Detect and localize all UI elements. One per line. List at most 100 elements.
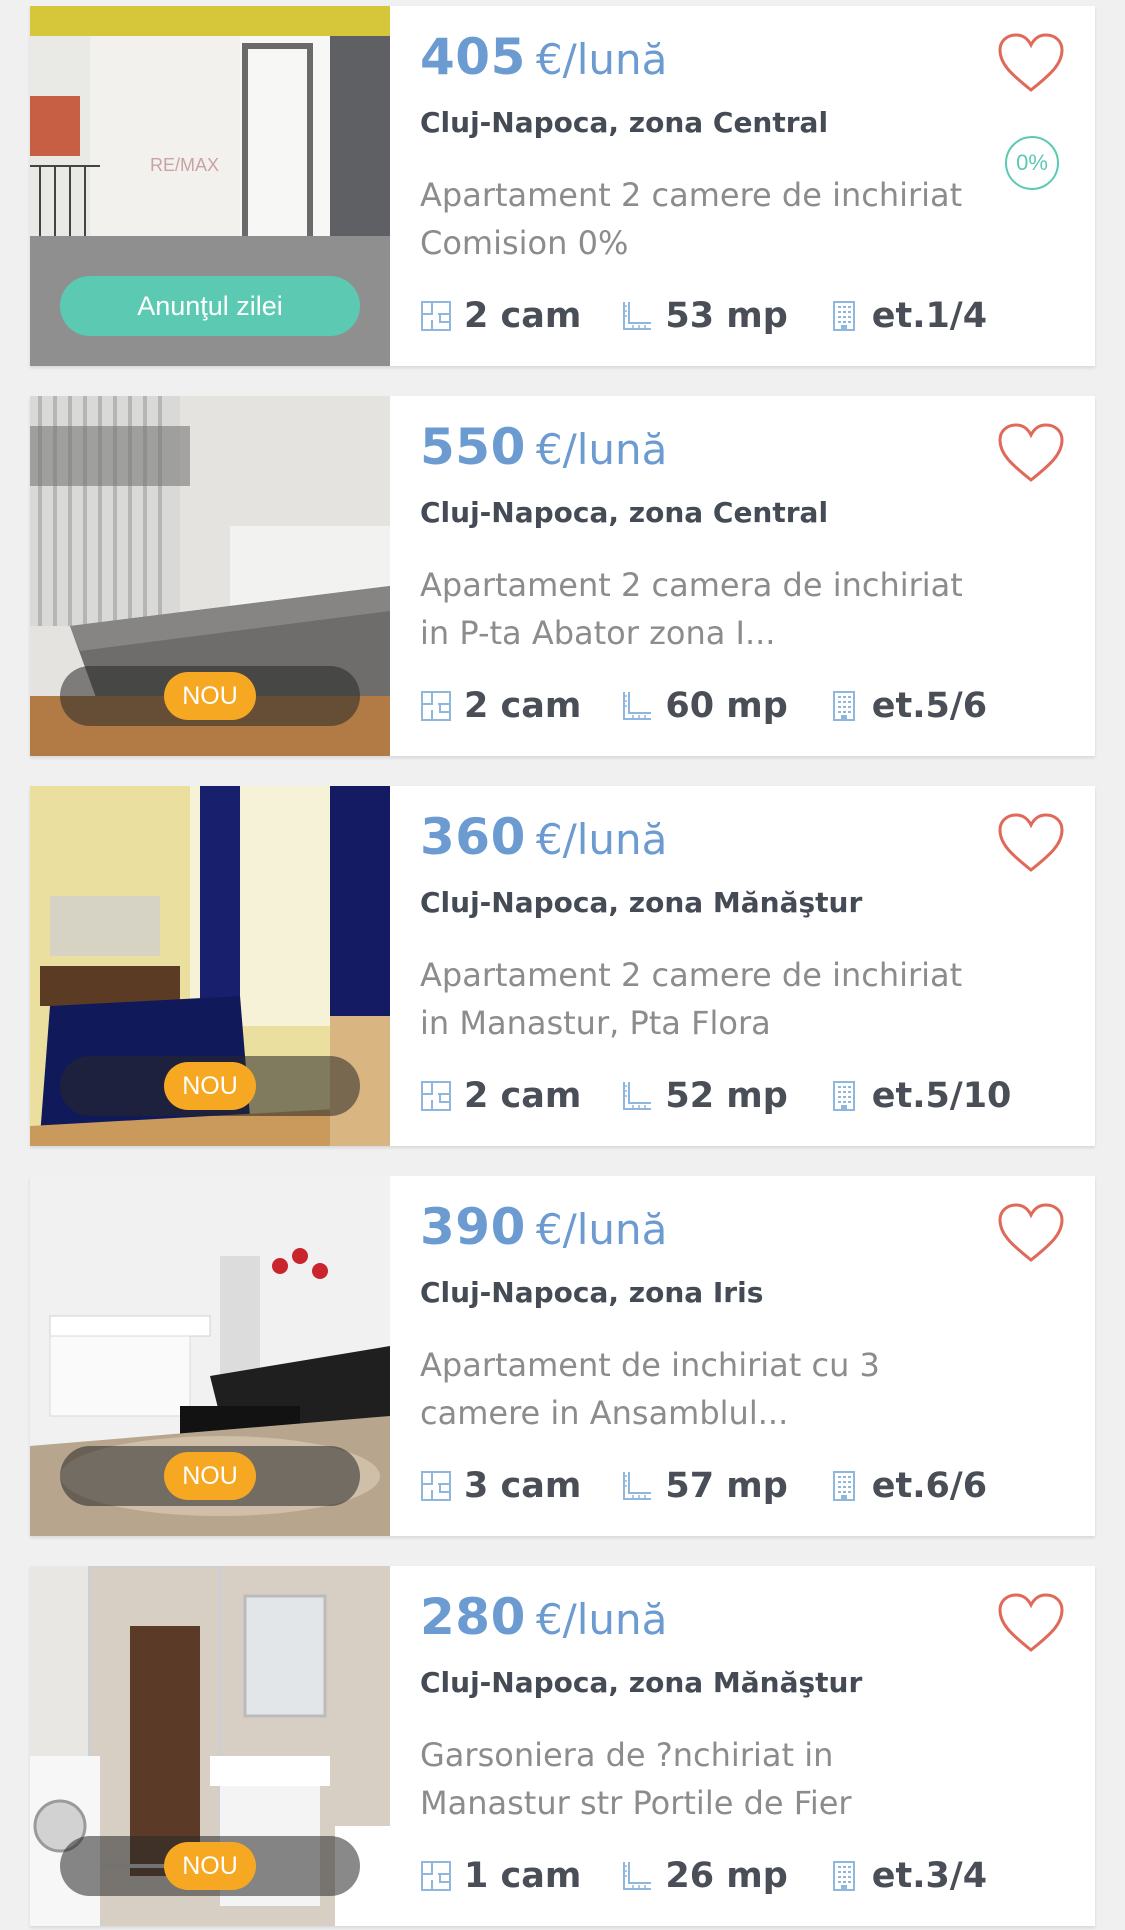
floor-plan-icon: [420, 300, 452, 332]
rooms-stat: 2 cam: [420, 686, 581, 726]
rooms-value: 1 cam: [464, 1856, 582, 1896]
listing-card[interactable]: NOU 390 €/lună Cluj-Napoca, zona Iris Apa…: [30, 1176, 1095, 1536]
listing-description: Garsoniera de ?nchiriat in Manastur str …: [420, 1736, 852, 1822]
listing-info: 405 €/lună Cluj-Napoca, zona Central Apar…: [420, 6, 1095, 366]
rooms-value: 2 cam: [464, 686, 582, 726]
listing-photo[interactable]: NOU: [30, 786, 390, 1146]
listing-list: RE/MAX Anunţul zilei 405 €/lună Cluj-Napo…: [30, 6, 1095, 1930]
listing-info: 550 €/lună Cluj-Napoca, zona Central Apar…: [420, 396, 1095, 756]
building-icon: [828, 1080, 860, 1112]
listing-stats: 2 cam 53 mp et.1/4: [420, 296, 1027, 336]
area-ruler-icon: [621, 690, 653, 722]
listing-location: Cluj-Napoca, zona Central: [420, 496, 829, 529]
price-value: 280: [420, 1588, 526, 1646]
listing-info: 390 €/lună Cluj-Napoca, zona Iris Apartam…: [420, 1176, 1095, 1536]
badge-new: NOU: [164, 1842, 256, 1890]
listing-location: Cluj-Napoca, zona Mănăştur: [420, 1666, 863, 1699]
price-unit: €/lună: [535, 35, 668, 84]
building-icon: [828, 1860, 860, 1892]
floor-stat: et.1/4: [828, 296, 987, 336]
floor-value: et.3/4: [871, 1856, 988, 1896]
area-ruler-icon: [621, 1860, 653, 1892]
rooms-value: 3 cam: [464, 1466, 582, 1506]
price-unit: €/lună: [535, 425, 668, 474]
floor-plan-icon: [420, 690, 452, 722]
floor-value: et.5/6: [871, 686, 988, 726]
floor-plan-icon: [420, 1470, 452, 1502]
favorite-heart-icon[interactable]: [997, 422, 1065, 484]
floor-stat: et.6/6: [828, 1466, 987, 1506]
area-value: 52 mp: [665, 1076, 788, 1116]
listing-info: 360 €/lună Cluj-Napoca, zona Mănăştur Apa…: [420, 786, 1095, 1146]
rooms-value: 2 cam: [464, 1076, 582, 1116]
price-value: 550: [420, 418, 526, 476]
area-ruler-icon: [621, 300, 653, 332]
listing-description: Apartament de inchiriat cu 3 camere in A…: [420, 1346, 880, 1432]
badge-new: NOU: [164, 1062, 256, 1110]
floor-plan-icon: [420, 1080, 452, 1112]
rooms-stat: 1 cam: [420, 1856, 581, 1896]
zero-commission-badge: 0%: [1005, 136, 1059, 190]
floor-stat: et.5/6: [828, 686, 987, 726]
listing-location: Cluj-Napoca, zona Mănăştur: [420, 886, 863, 919]
listing-photo[interactable]: NOU: [30, 1566, 390, 1926]
listing-price: 550 €/lună: [420, 418, 667, 476]
listing-info: 280 €/lună Cluj-Napoca, zona Mănăştur Gar…: [420, 1566, 1095, 1926]
listing-card[interactable]: NOU 360 €/lună Cluj-Napoca, zona Mănăştur…: [30, 786, 1095, 1146]
listing-photo[interactable]: RE/MAX Anunţul zilei: [30, 6, 390, 366]
area-ruler-icon: [621, 1080, 653, 1112]
price-unit: €/lună: [535, 1205, 668, 1254]
favorite-heart-icon[interactable]: [997, 812, 1065, 874]
area-stat: 26 mp: [621, 1856, 788, 1896]
floor-stat: et.3/4: [828, 1856, 987, 1896]
listing-stats: 2 cam 60 mp et.5/6: [420, 686, 1027, 726]
area-value: 26 mp: [665, 1856, 788, 1896]
area-stat: 57 mp: [621, 1466, 788, 1506]
listing-description: Apartament 2 camera de inchiriat in P-ta…: [420, 566, 963, 652]
badge-label: Anunţul zilei: [137, 290, 283, 321]
badge-new: NOU: [164, 672, 256, 720]
listing-card[interactable]: NOU 280 €/lună Cluj-Napoca, zona Mănăştur…: [30, 1566, 1095, 1926]
listing-location: Cluj-Napoca, zona Iris: [420, 1276, 764, 1309]
badge-ad-of-the-day: Anunţul zilei: [60, 276, 360, 336]
price-unit: €/lună: [535, 1595, 668, 1644]
listing-stats: 1 cam 26 mp et.3/4: [420, 1856, 1027, 1896]
floor-value: et.6/6: [871, 1466, 988, 1506]
listing-card[interactable]: NOU 550 €/lună Cluj-Napoca, zona Central …: [30, 396, 1095, 756]
badge-new-strip: NOU: [60, 666, 360, 726]
area-ruler-icon: [621, 1470, 653, 1502]
area-value: 57 mp: [665, 1466, 788, 1506]
rooms-stat: 2 cam: [420, 1076, 581, 1116]
listing-card[interactable]: RE/MAX Anunţul zilei 405 €/lună Cluj-Napo…: [30, 6, 1095, 366]
floor-plan-icon: [420, 1860, 452, 1892]
price-value: 390: [420, 1198, 526, 1256]
area-value: 53 mp: [665, 296, 788, 336]
area-value: 60 mp: [665, 686, 788, 726]
listing-price: 405 €/lună: [420, 28, 667, 86]
listing-location: Cluj-Napoca, zona Central: [420, 106, 829, 139]
listing-photo[interactable]: NOU: [30, 1176, 390, 1536]
badge-new: NOU: [164, 1452, 256, 1500]
rooms-stat: 3 cam: [420, 1466, 581, 1506]
price-value: 405: [420, 28, 526, 86]
area-stat: 52 mp: [621, 1076, 788, 1116]
listing-price: 280 €/lună: [420, 1588, 667, 1646]
building-icon: [828, 1470, 860, 1502]
favorite-heart-icon[interactable]: [997, 1202, 1065, 1264]
favorite-heart-icon[interactable]: [997, 1592, 1065, 1654]
favorite-heart-icon[interactable]: [997, 32, 1065, 94]
listing-stats: 2 cam 52 mp et.5/10: [420, 1076, 1051, 1116]
area-stat: 60 mp: [621, 686, 788, 726]
listing-price: 390 €/lună: [420, 1198, 667, 1256]
floor-value: et.5/10: [871, 1076, 1012, 1116]
floor-stat: et.5/10: [828, 1076, 1012, 1116]
badge-new-strip: NOU: [60, 1836, 360, 1896]
listing-description: Apartament 2 camere de inchiriat Comisio…: [420, 176, 963, 262]
listing-stats: 3 cam 57 mp et.6/6: [420, 1466, 1027, 1506]
badge-new-strip: NOU: [60, 1056, 360, 1116]
remax-watermark: RE/MAX: [150, 155, 219, 175]
area-stat: 53 mp: [621, 296, 788, 336]
badge-new-strip: NOU: [60, 1446, 360, 1506]
listing-photo[interactable]: NOU: [30, 396, 390, 756]
listing-description: Apartament 2 camere de inchiriat in Mana…: [420, 956, 963, 1042]
